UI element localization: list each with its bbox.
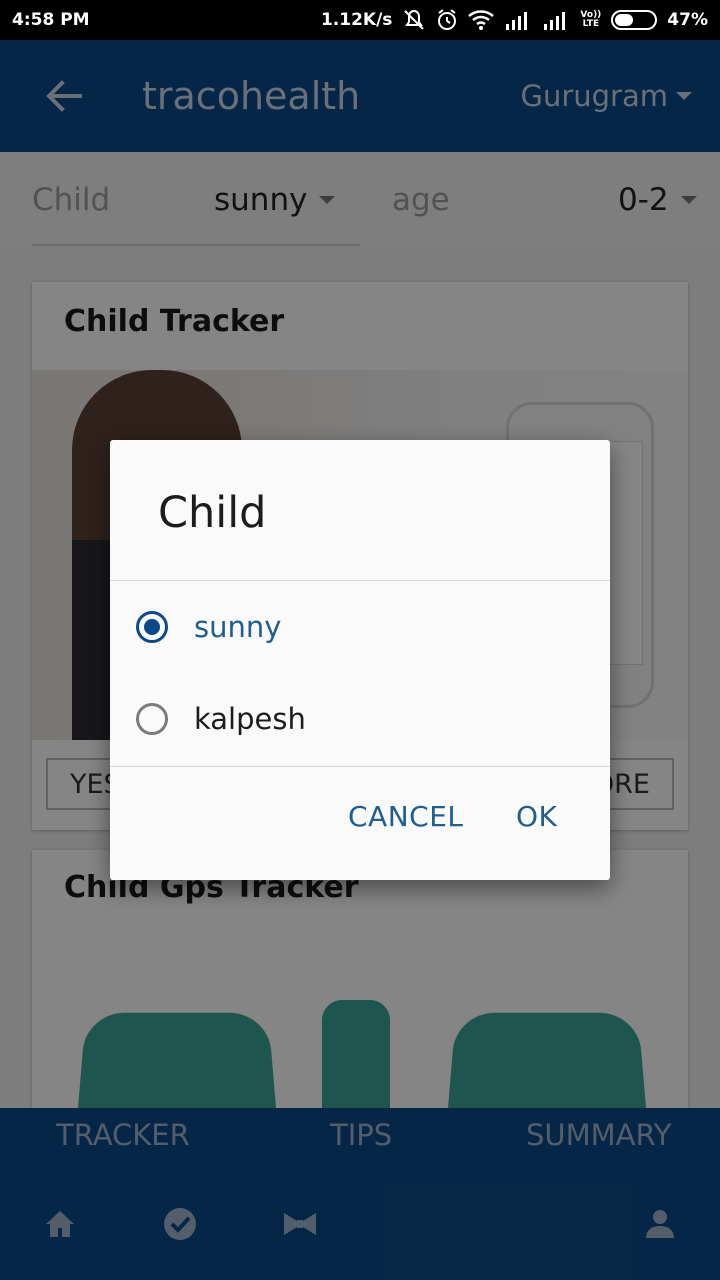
- option-kalpesh[interactable]: kalpesh: [110, 674, 610, 764]
- cancel-button[interactable]: CANCEL: [348, 800, 464, 833]
- option-sunny[interactable]: sunny: [110, 582, 610, 672]
- battery-percent: 47%: [667, 10, 708, 30]
- status-time: 4:58 PM: [12, 10, 90, 30]
- dialog-divider: [110, 580, 610, 581]
- signal-icon: [504, 10, 532, 30]
- child-select-dialog: Child sunny kalpesh CANCEL OK: [110, 440, 610, 880]
- status-bar: 4:58 PM 1.12K/s Vo)) LTE 47%: [0, 0, 720, 40]
- dialog-title: Child: [158, 488, 267, 538]
- lte-indicator: Vo)) LTE: [580, 10, 602, 29]
- signal-icon: [542, 10, 570, 30]
- dialog-divider: [110, 766, 610, 767]
- battery-fill: [615, 14, 634, 26]
- status-icons: 1.12K/s Vo)) LTE 47%: [321, 9, 708, 31]
- network-speed: 1.12K/s: [320, 10, 393, 30]
- option-label: kalpesh: [194, 702, 306, 736]
- wifi-icon: [468, 10, 495, 30]
- radio-unchecked-icon[interactable]: [136, 703, 168, 735]
- radio-checked-icon[interactable]: [136, 611, 168, 643]
- alarm-icon: [436, 9, 458, 31]
- battery-icon: [611, 10, 658, 30]
- mute-icon: [402, 9, 426, 31]
- ok-button[interactable]: OK: [516, 800, 557, 833]
- option-label: sunny: [194, 610, 282, 644]
